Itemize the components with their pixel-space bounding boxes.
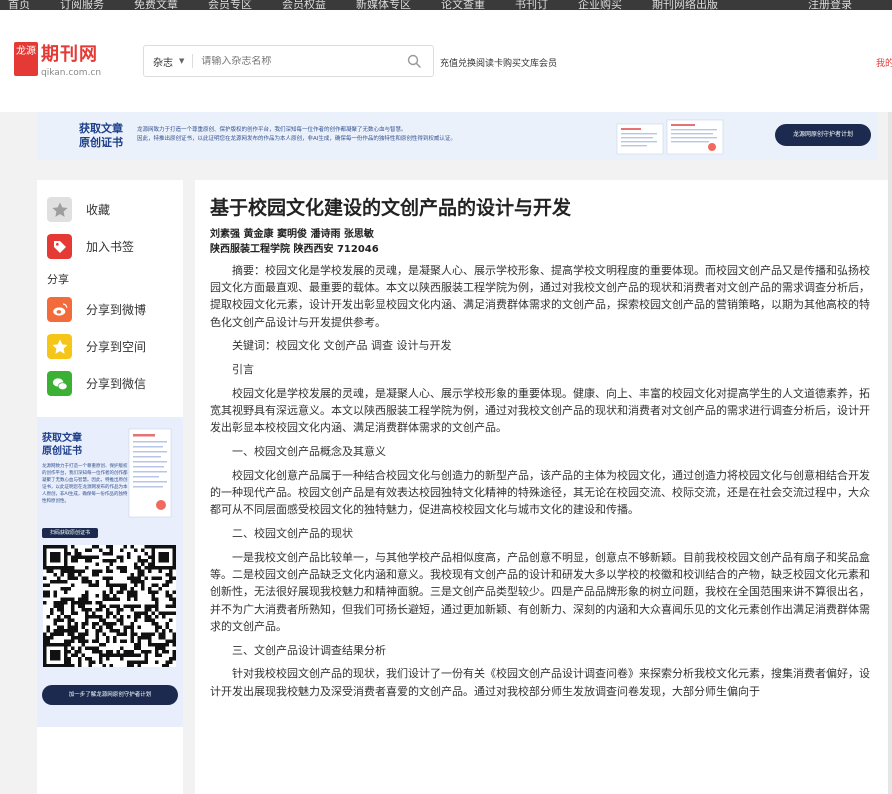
top-nav-bar: 首页 订阅服务 免费文章 会员专区 会员权益 新媒体专区 论文查重 书刊订 企业… — [0, 0, 892, 10]
qr-code-image[interactable] — [43, 545, 176, 667]
banner-desc-line: 因此，特推出原创证书，以此证明您在龙源网发布的作品为本人原创，非AI生成，确保每… — [137, 136, 456, 142]
site-header: 龙源 期刊网 qikan.com.cn 杂志 ▼ 充值兑换阅读卡购买文库会员 我… — [0, 10, 892, 112]
banner-desc-line: 龙源网致力于打造一个尊重原创、保护版权的创作平台，我们深知每一位作者的创作都凝聚… — [137, 127, 407, 133]
article-keywords: 关键词：校园文化 文创产品 调查 设计与开发 — [232, 339, 452, 353]
member-link[interactable]: 充值兑换阅读卡购买文库会员 — [440, 56, 557, 69]
logo-mark: 龙源 — [14, 42, 38, 76]
top-nav-item[interactable]: 订阅服务 — [60, 0, 104, 10]
promo-guardian-plan-button[interactable]: 加一步了解龙源网原创守护者计划 — [42, 685, 178, 705]
search-divider — [192, 54, 194, 68]
logo-domain: qikan.com.cn — [41, 68, 102, 78]
certificate-banner[interactable]: 获取文章 原创证书 龙源网致力于打造一个尊重原创、保护版权的创作平台，我们深知每… — [37, 112, 877, 160]
article-paragraph: 校园文化是学校发展的灵魂，是凝聚人心、展示学校形象的重要体现。健康、向上、丰富的… — [210, 387, 870, 435]
section-heading: 二、校园文创产品的现状 — [232, 527, 353, 541]
top-nav-item[interactable]: 会员专区 — [208, 0, 252, 10]
search-input[interactable] — [201, 55, 402, 67]
favorite-button[interactable]: 收藏 — [47, 197, 110, 222]
site-logo[interactable]: 龙源 期刊网 qikan.com.cn — [14, 40, 101, 78]
article-paragraph: 校园文化创意产品属于一种结合校园文化与创造力的新型产品，该产品的主体为校园文化，… — [210, 469, 870, 517]
certificate-document-illustration — [128, 428, 172, 518]
promo-title: 获取文章 原创证书 — [42, 432, 82, 458]
article-panel: 基于校园文化建设的文创产品的设计与开发 刘素强 黄金康 窦明俊 潘诗雨 张思敏 … — [195, 180, 892, 794]
search-scope-select[interactable]: 杂志 — [144, 54, 179, 69]
my-account-link[interactable]: 我的 — [876, 56, 892, 69]
promo-title-line: 原创证书 — [42, 446, 82, 457]
share-qzone-button[interactable]: 分享到空间 — [47, 334, 146, 359]
login-register-link[interactable]: 注册登录 — [808, 0, 852, 10]
share-wechat-label: 分享到微信 — [86, 377, 147, 391]
banner-title: 获取文章 原创证书 — [79, 122, 123, 150]
certificate-promo-card[interactable]: 获取文章 原创证书 龙源网致力于打造一个尊重原创、保护版权的创作平台，我们深知每… — [37, 417, 183, 727]
article-body: 摘要：校园文化是学校发展的灵魂，是凝聚人心、展示学校形象、提高学校文明程度的重要… — [210, 262, 878, 706]
section-heading: 一、校园文创产品概念及其意义 — [232, 445, 386, 459]
article-abstract: 摘要：校园文化是学校发展的灵魂，是凝聚人心、展示学校形象、提高学校文明程度的重要… — [210, 264, 870, 329]
star-icon — [47, 197, 72, 222]
logo-text: 期刊网 — [41, 44, 98, 65]
top-nav-item[interactable]: 首页 — [8, 0, 30, 10]
article-title: 基于校园文化建设的文创产品的设计与开发 — [210, 197, 572, 219]
banner-title-line: 原创证书 — [79, 136, 123, 149]
search-icon[interactable] — [407, 54, 421, 68]
share-weibo-button[interactable]: 分享到微博 — [47, 297, 146, 322]
share-wechat-button[interactable]: 分享到微信 — [47, 371, 146, 396]
certificate-document-illustration — [616, 119, 724, 155]
bookmark-button[interactable]: 加入书签 — [47, 234, 134, 259]
page-scrollbar[interactable] — [888, 112, 892, 794]
section-heading: 三、文创产品设计调查结果分析 — [232, 643, 386, 657]
top-nav-item[interactable]: 企业购买 — [578, 0, 622, 10]
article-affiliation: 陕西服装工程学院 陕西西安 712046 — [210, 244, 379, 255]
article-paragraph: 针对我校校园文创产品的现状，我们设计了一份有关《校园文创产品设计调查问卷》来探索… — [210, 667, 870, 698]
logo-text-block: 期刊网 qikan.com.cn — [41, 40, 101, 78]
top-nav-item[interactable]: 免费文章 — [134, 0, 178, 10]
top-nav-item[interactable]: 书刊订 — [515, 0, 548, 10]
section-heading: 引言 — [232, 363, 254, 377]
promo-title-line: 获取文章 — [42, 433, 82, 444]
top-nav-item[interactable]: 期刊网络出版 — [652, 0, 718, 10]
chevron-down-icon[interactable]: ▼ — [179, 57, 184, 65]
qzone-star-icon — [47, 334, 72, 359]
bookmark-label: 加入书签 — [86, 240, 135, 254]
promo-text: 龙源网致力于打造一个尊重原创、保护版权的创作平台，我们深知每一位作者的创作都凝聚… — [42, 464, 128, 504]
top-nav-item[interactable]: 新媒体专区 — [356, 0, 411, 10]
banner-description: 龙源网致力于打造一个尊重原创、保护版权的创作平台，我们深知每一位作者的创作都凝聚… — [137, 126, 577, 144]
article-authors: 刘素强 黄金康 窦明俊 潘诗雨 张思敏 — [210, 229, 374, 240]
share-weibo-label: 分享到微博 — [86, 303, 147, 317]
banner-title-line: 获取文章 — [79, 122, 123, 135]
weibo-icon — [47, 297, 72, 322]
wechat-icon — [47, 371, 72, 396]
bookmark-tag-icon — [47, 234, 72, 259]
share-qzone-label: 分享到空间 — [86, 340, 147, 354]
guardian-plan-button[interactable]: 龙源网原创守护者计划 — [775, 124, 871, 146]
top-nav-items: 首页 订阅服务 免费文章 会员专区 会员权益 新媒体专区 论文查重 书刊订 企业… — [0, 0, 718, 10]
share-section-label: 分享 — [47, 273, 69, 286]
top-nav-item[interactable]: 会员权益 — [282, 0, 326, 10]
left-sidebar: 收藏 加入书签 分享 分享到微博 分享到空间 分享到微信 获取文章 原创证书 龙… — [37, 180, 183, 794]
promo-scan-tag: 扫码获取原创证书 — [42, 528, 98, 538]
article-paragraph: 一是我校文创产品比较单一，与其他学校产品相似度高，产品创意不明显，创意点不够新颖… — [210, 551, 870, 633]
top-nav-item[interactable]: 论文查重 — [441, 0, 485, 10]
favorite-label: 收藏 — [86, 203, 111, 217]
search-box: 杂志 ▼ — [143, 45, 434, 77]
